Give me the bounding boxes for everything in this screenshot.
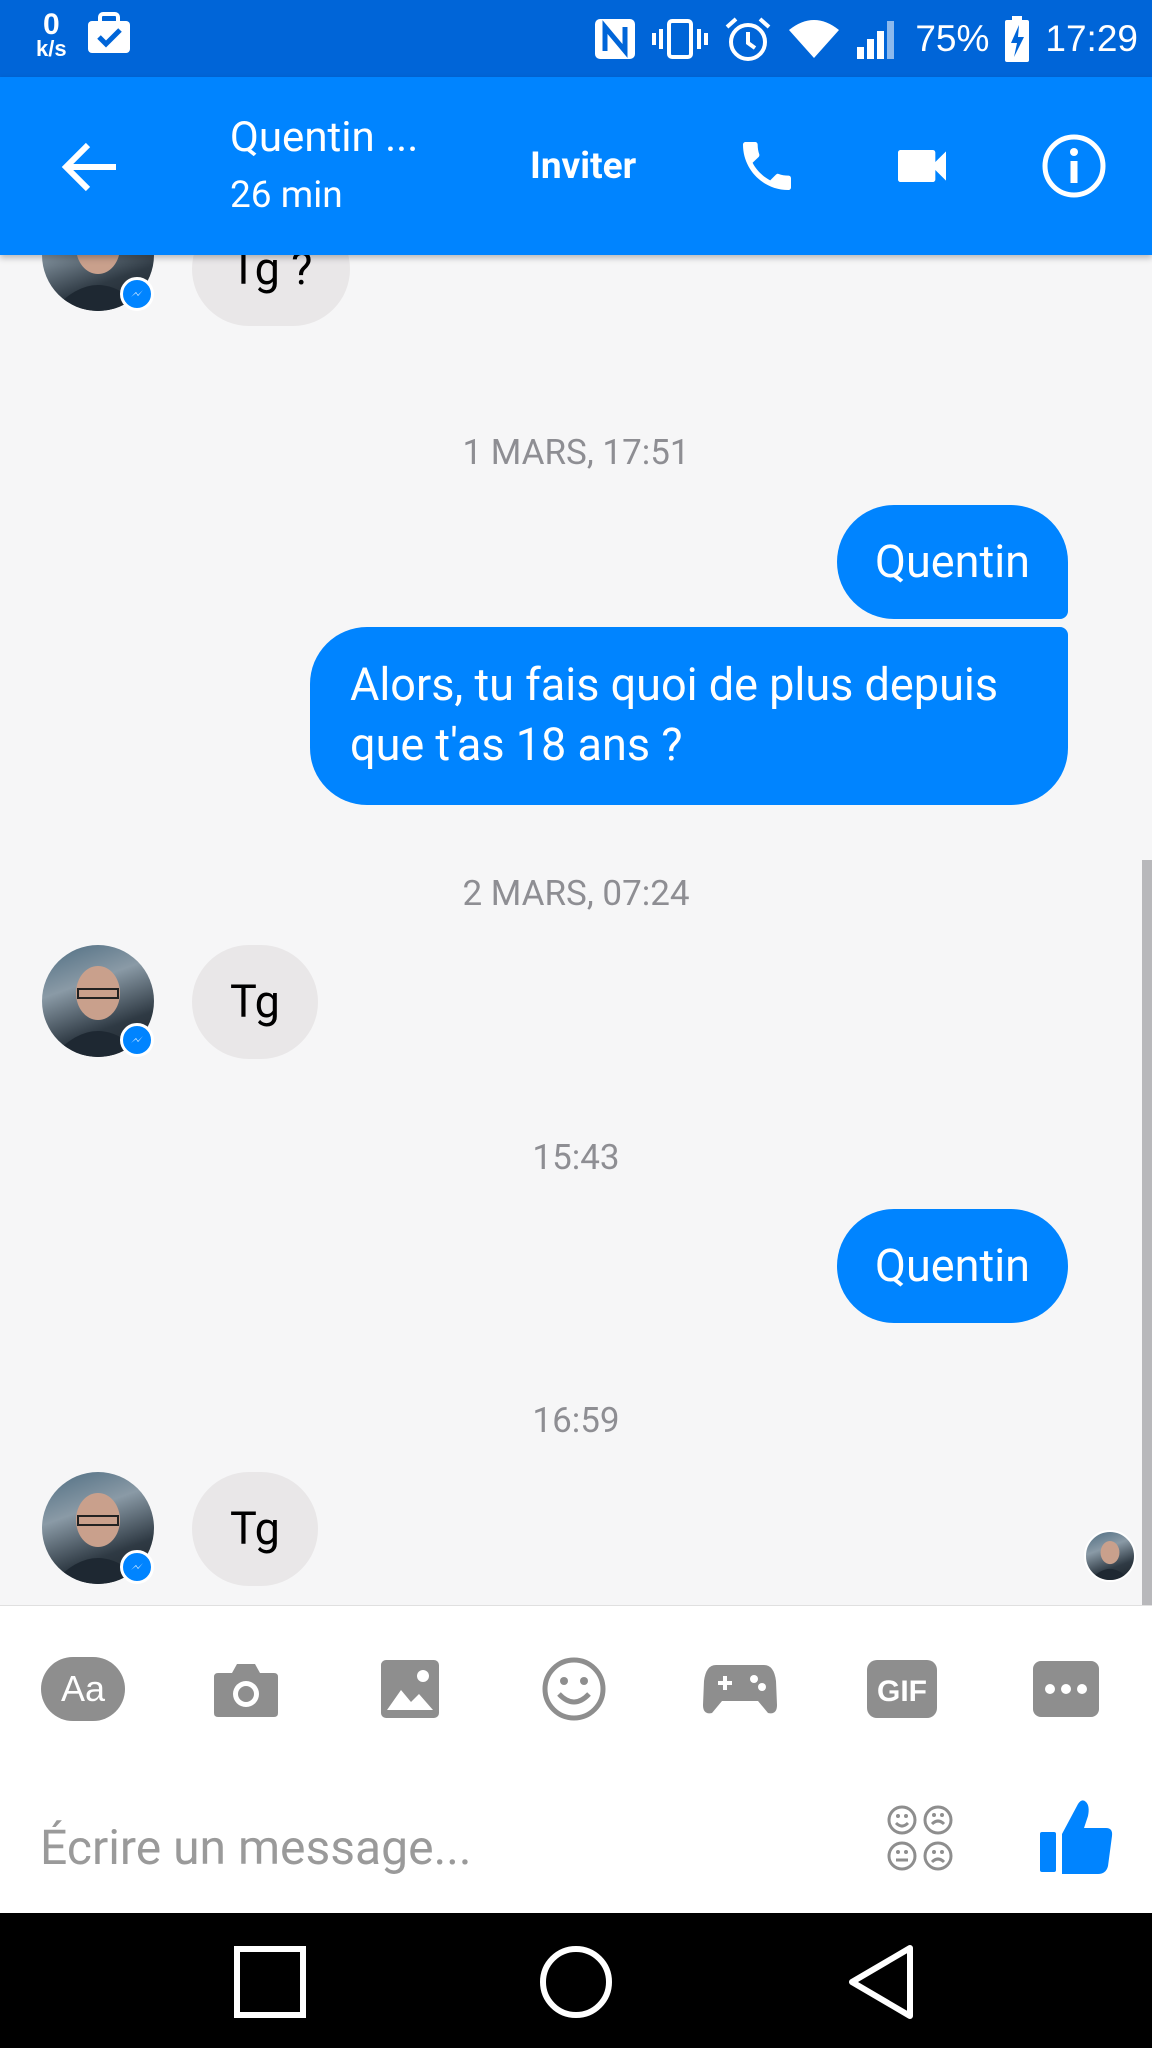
message-input[interactable] <box>38 1806 862 1888</box>
emoji-picker-icon[interactable] <box>886 1804 954 1872</box>
clock: 17:29 <box>1045 17 1138 59</box>
contact-name[interactable]: Quentin ... <box>230 113 418 162</box>
outgoing-message[interactable]: Quentin <box>837 505 1068 619</box>
aa-label: Aa <box>61 1668 106 1709</box>
scrollbar[interactable] <box>1142 860 1152 1605</box>
timestamp: 16:59 <box>532 1400 620 1441</box>
nfc-icon <box>593 17 637 61</box>
incoming-message[interactable]: Tg ? <box>192 255 351 326</box>
more-icon[interactable] <box>1023 1646 1109 1732</box>
message-thread[interactable]: Tg ? 1 MARS, 17:51 Quentin Alors, tu fai… <box>0 255 1152 1605</box>
status-left: 0 k/s <box>36 10 133 60</box>
signal-icon <box>855 17 901 61</box>
timestamp: 2 MARS, 07:24 <box>462 873 690 914</box>
back-arrow-icon[interactable] <box>58 135 122 199</box>
recent-apps-icon[interactable] <box>229 1941 311 2023</box>
messenger-badge-icon <box>120 1550 154 1584</box>
back-icon[interactable] <box>841 1941 923 2023</box>
seen-indicator-avatar <box>1084 1530 1136 1582</box>
incoming-message[interactable]: Tg <box>192 1472 318 1586</box>
contact-avatar[interactable] <box>42 255 154 311</box>
alarm-icon <box>723 15 773 63</box>
battery-percent: 75% <box>915 17 990 59</box>
wifi-icon <box>787 18 841 60</box>
gif-button[interactable]: GIF <box>859 1646 945 1732</box>
active-status: 26 min <box>230 174 343 217</box>
messenger-badge-icon <box>120 1023 154 1057</box>
image-icon[interactable] <box>367 1646 453 1732</box>
contact-avatar[interactable] <box>42 945 154 1057</box>
info-icon[interactable] <box>1037 129 1111 203</box>
outgoing-message[interactable]: Quentin <box>837 1209 1068 1323</box>
thumbs-up-icon[interactable] <box>1038 1796 1114 1876</box>
home-icon[interactable] <box>535 1941 617 2023</box>
timestamp: 15:43 <box>532 1137 620 1178</box>
incoming-message[interactable]: Tg <box>192 945 318 1059</box>
messenger-badge-icon <box>120 277 154 311</box>
camera-icon[interactable] <box>203 1646 289 1732</box>
gif-label: GIF <box>877 1675 927 1708</box>
text-style-button[interactable]: Aa <box>38 1646 128 1732</box>
video-camera-icon[interactable] <box>885 129 959 203</box>
battery-charging-icon <box>1003 15 1031 63</box>
clipboard-check-icon <box>85 11 133 60</box>
invite-button[interactable]: Inviter <box>530 145 636 188</box>
android-navigation-bar <box>0 1913 1152 2048</box>
outgoing-message[interactable]: Alors, tu fais quoi de plus depuis que t… <box>310 627 1068 805</box>
timestamp: 1 MARS, 17:51 <box>462 432 690 473</box>
net-speed: 0 k/s <box>36 10 67 60</box>
game-controller-icon[interactable] <box>695 1646 785 1732</box>
conversation-header: Quentin ... 26 min Inviter <box>0 77 1152 255</box>
vibrate-icon <box>651 17 709 61</box>
status-bar: 0 k/s 75% 17:29 <box>0 0 1152 77</box>
phone-icon[interactable] <box>730 129 804 203</box>
status-right: 75% 17:29 <box>593 0 1138 77</box>
emoji-smiley-icon[interactable] <box>531 1646 617 1732</box>
composer: Aa GIF <box>0 1605 1152 1914</box>
net-speed-unit: k/s <box>36 36 67 61</box>
contact-avatar[interactable] <box>42 1472 154 1584</box>
